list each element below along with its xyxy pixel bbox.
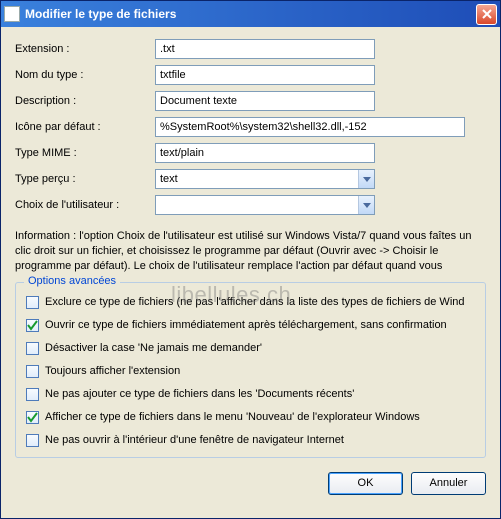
checkbox[interactable] <box>26 365 39 378</box>
checkbox-label: Ne pas ajouter ce type de fichiers dans … <box>45 388 354 400</box>
description-label: Description : <box>15 95 155 107</box>
titlebar[interactable]: Modifier le type de fichiers <box>1 1 500 27</box>
checkbox[interactable] <box>26 388 39 401</box>
advanced-option-row[interactable]: Désactiver la case 'Ne jamais me demande… <box>26 342 475 355</box>
perceived-type-select[interactable] <box>155 169 375 189</box>
advanced-option-row[interactable]: Ouvrir ce type de fichiers immédiatement… <box>26 319 475 332</box>
checkbox[interactable] <box>26 411 39 424</box>
mime-type-label: Type MIME : <box>15 147 155 159</box>
checkbox[interactable] <box>26 319 39 332</box>
advanced-option-row[interactable]: Afficher ce type de fichiers dans le men… <box>26 411 475 424</box>
checkbox-label: Ne pas ouvrir à l'intérieur d'une fenêtr… <box>45 434 344 446</box>
checkbox[interactable] <box>26 342 39 355</box>
advanced-option-row[interactable]: Exclure ce type de fichiers (ne pas l'af… <box>26 296 475 309</box>
app-icon <box>4 6 20 22</box>
checkbox[interactable] <box>26 296 39 309</box>
checkbox-label: Afficher ce type de fichiers dans le men… <box>45 411 420 423</box>
cancel-button[interactable]: Annuler <box>411 472 486 495</box>
extension-label: Extension : <box>15 43 155 55</box>
extension-input[interactable] <box>155 39 375 59</box>
checkbox[interactable] <box>26 434 39 447</box>
advanced-option-row[interactable]: Toujours afficher l'extension <box>26 365 475 378</box>
type-name-input[interactable] <box>155 65 375 85</box>
ok-button[interactable]: OK <box>328 472 403 495</box>
advanced-option-row[interactable]: Ne pas ouvrir à l'intérieur d'une fenêtr… <box>26 434 475 447</box>
default-icon-label: Icône par défaut : <box>15 121 155 133</box>
mime-type-input[interactable] <box>155 143 375 163</box>
checkbox-label: Exclure ce type de fichiers (ne pas l'af… <box>45 296 465 308</box>
type-name-label: Nom du type : <box>15 69 155 81</box>
close-icon <box>482 9 492 19</box>
button-row: OK Annuler <box>15 472 486 495</box>
advanced-option-row[interactable]: Ne pas ajouter ce type de fichiers dans … <box>26 388 475 401</box>
checkbox-label: Toujours afficher l'extension <box>45 365 180 377</box>
info-text: Information : l'option Choix de l'utilis… <box>15 229 486 274</box>
window-title: Modifier le type de fichiers <box>25 7 476 21</box>
advanced-options-group: Options avancées Exclure ce type de fich… <box>15 282 486 458</box>
advanced-options-title: Options avancées <box>24 275 120 287</box>
user-choice-label: Choix de l'utilisateur : <box>15 199 155 211</box>
close-button[interactable] <box>476 4 497 25</box>
perceived-type-label: Type perçu : <box>15 173 155 185</box>
checkbox-label: Ouvrir ce type de fichiers immédiatement… <box>45 319 447 331</box>
dialog-window: Modifier le type de fichiers Extension :… <box>0 0 501 519</box>
description-input[interactable] <box>155 91 375 111</box>
default-icon-input[interactable] <box>155 117 465 137</box>
user-choice-select[interactable] <box>155 195 375 215</box>
dialog-body: Extension : Nom du type : Description : … <box>1 27 500 518</box>
checkbox-label: Désactiver la case 'Ne jamais me demande… <box>45 342 262 354</box>
